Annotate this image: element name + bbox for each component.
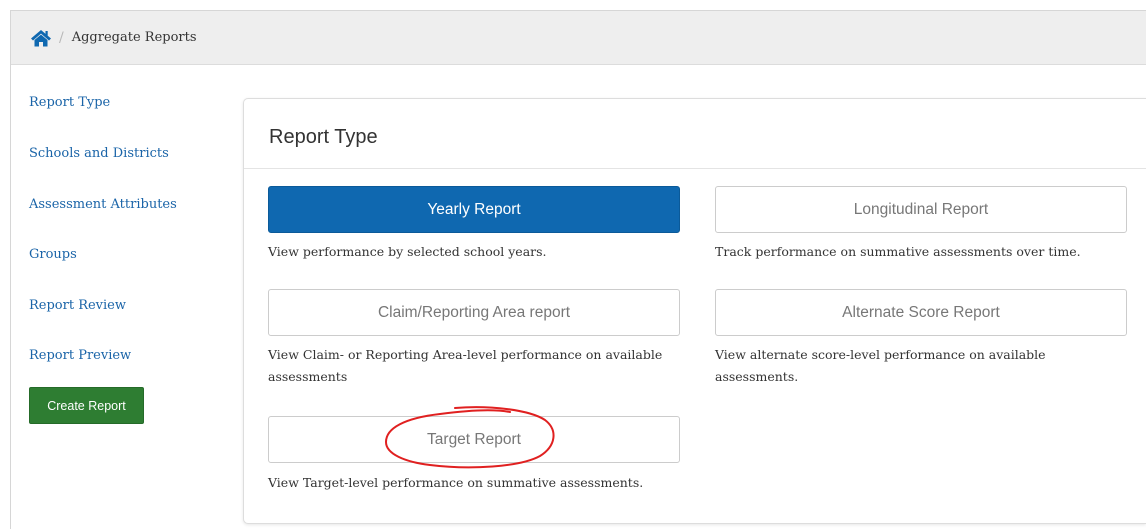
breadcrumb-current: Aggregate Reports [71, 30, 197, 45]
claim-reporting-area-report-description: View Claim- or Reporting Area-level perf… [268, 347, 663, 384]
sidebar-item-schools-and-districts[interactable]: Schools and Districts [29, 146, 169, 161]
sidebar-item-groups[interactable]: Groups [29, 247, 77, 262]
longitudinal-report-button[interactable]: Longitudinal Report [715, 186, 1127, 233]
target-report-description: View Target-level performance on summati… [268, 475, 644, 490]
target-report-button[interactable]: Target Report [268, 416, 680, 463]
sidebar-item-report-review[interactable]: Report Review [29, 298, 126, 313]
alternate-score-report-description: View alternate score-level performance o… [715, 347, 1046, 384]
panel-title: Report Type [269, 126, 378, 148]
alternate-score-report-button[interactable]: Alternate Score Report [715, 289, 1127, 336]
panel-divider [244, 168, 1146, 169]
longitudinal-report-description: Track performance on summative assessmen… [715, 244, 1081, 259]
breadcrumb: / Aggregate Reports [11, 11, 1146, 65]
home-icon[interactable] [29, 28, 53, 48]
yearly-report-button[interactable]: Yearly Report [268, 186, 680, 233]
report-type-panel: Report Type Yearly Report View performan… [243, 98, 1146, 524]
claim-reporting-area-report-button[interactable]: Claim/Reporting Area report [268, 289, 680, 336]
sidebar-item-report-preview[interactable]: Report Preview [29, 348, 131, 363]
yearly-report-description: View performance by selected school year… [268, 244, 547, 259]
create-report-button[interactable]: Create Report [29, 387, 144, 424]
breadcrumb-separator: / [59, 29, 64, 46]
sidebar-item-report-type[interactable]: Report Type [29, 95, 110, 110]
sidebar-item-assessment-attributes[interactable]: Assessment Attributes [29, 197, 177, 212]
frame-left-border [10, 10, 11, 529]
